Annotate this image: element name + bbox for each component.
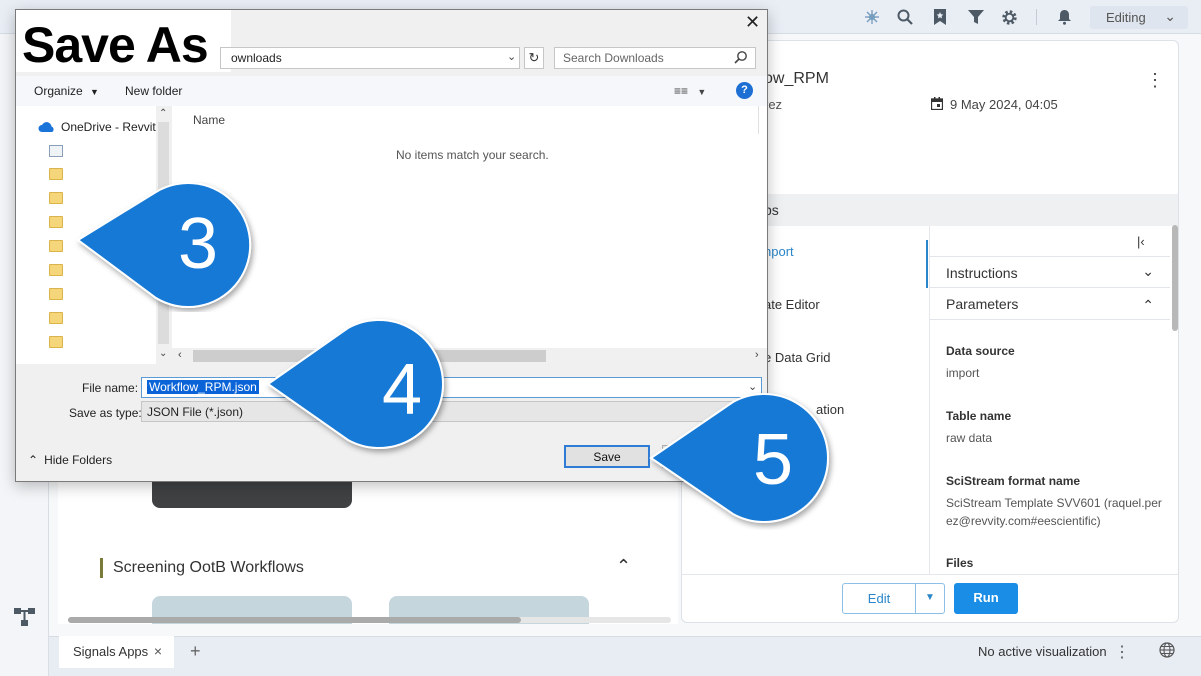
param-label: Table name bbox=[946, 409, 1012, 423]
onedrive-cloud-icon bbox=[38, 121, 56, 136]
chevron-down-icon: ⌄ bbox=[1142, 263, 1154, 279]
chevron-up-icon: ⌃ bbox=[28, 453, 39, 467]
search-placeholder: Search Downloads bbox=[563, 51, 664, 65]
file-name-label: File name: bbox=[82, 381, 139, 395]
network-drive-icon[interactable] bbox=[49, 145, 63, 157]
globe-icon[interactable] bbox=[1159, 642, 1175, 661]
gear-icon[interactable] bbox=[999, 7, 1019, 27]
step-item[interactable]: e Data Grid bbox=[764, 350, 830, 365]
folder-icon[interactable] bbox=[49, 336, 63, 348]
scroll-left-icon[interactable]: ‹ bbox=[178, 349, 182, 361]
param-label: Files bbox=[946, 556, 974, 570]
scroll-down-icon[interactable]: ⌄ bbox=[159, 348, 167, 359]
add-tab-icon[interactable]: + bbox=[190, 641, 201, 662]
accordion-instructions[interactable]: Instructions ⌄ bbox=[930, 256, 1170, 288]
tab-label: Signals Apps bbox=[73, 644, 149, 659]
callout-number: 3 bbox=[178, 204, 218, 284]
mode-select[interactable]: Editing ⌄ bbox=[1090, 6, 1188, 29]
column-header-name[interactable]: Name bbox=[193, 113, 225, 127]
address-path: ownloads bbox=[231, 51, 282, 65]
parameters-scrollbar[interactable] bbox=[1172, 225, 1178, 331]
accordion-label: Instructions bbox=[946, 265, 1018, 281]
chevron-down-icon[interactable]: ⌄ bbox=[507, 50, 516, 63]
save-type-value: JSON File (*.json) bbox=[147, 405, 244, 419]
workflow-tree-icon[interactable] bbox=[14, 607, 36, 630]
search-icon[interactable] bbox=[734, 50, 748, 67]
save-type-label: Save as type: bbox=[69, 406, 142, 420]
callout-marker-4: 4 bbox=[266, 319, 444, 449]
column-divider bbox=[758, 106, 759, 134]
file-name-value: Workflow_RPM.json bbox=[147, 380, 259, 394]
refresh-icon[interactable]: ↻ bbox=[524, 47, 544, 69]
close-icon[interactable]: × bbox=[154, 643, 162, 659]
panel-footer-divider bbox=[682, 574, 1178, 575]
step-item[interactable]: nport bbox=[764, 244, 794, 259]
hide-folders-button[interactable]: ⌃ Hide Folders bbox=[28, 453, 112, 467]
collapse-panel-icon[interactable]: |‹ bbox=[1137, 234, 1145, 249]
folder-icon[interactable] bbox=[49, 216, 63, 228]
empty-message: No items match your search. bbox=[396, 148, 549, 162]
workflow-date: 9 May 2024, 04:05 bbox=[950, 97, 1058, 112]
workflow-title: ow_RPM bbox=[764, 70, 829, 87]
close-icon[interactable]: ✕ bbox=[745, 12, 760, 33]
folder-icon[interactable] bbox=[49, 288, 63, 300]
more-options-icon[interactable]: ⋮ bbox=[1146, 70, 1164, 91]
new-folder-button[interactable]: New folder bbox=[125, 84, 182, 98]
step-item[interactable]: ate Editor bbox=[764, 297, 820, 312]
search-input[interactable]: Search Downloads bbox=[554, 47, 756, 69]
accordion-parameters[interactable]: Parameters ⌃ bbox=[930, 288, 1170, 320]
chevron-down-icon: ⌄ bbox=[1164, 8, 1176, 24]
dialog-title: Save As bbox=[22, 17, 209, 73]
caret-down-icon: ▼ bbox=[90, 87, 99, 97]
param-label: Data source bbox=[946, 344, 1015, 358]
chevron-up-icon: ⌃ bbox=[1142, 297, 1154, 313]
scroll-up-icon[interactable]: ⌃ bbox=[159, 108, 167, 119]
folder-icon[interactable] bbox=[49, 264, 63, 276]
folder-icon[interactable] bbox=[49, 192, 63, 204]
calendar-icon bbox=[930, 97, 944, 113]
callout-marker-3: 3 bbox=[76, 182, 252, 308]
run-button[interactable]: Run bbox=[954, 583, 1018, 614]
app-logo-icon[interactable] bbox=[862, 7, 882, 27]
section-title: Screening OotB Workflows bbox=[113, 559, 304, 576]
hide-folders-label: Hide Folders bbox=[44, 453, 113, 467]
section-accent-bar bbox=[100, 558, 103, 578]
folder-icon[interactable] bbox=[49, 312, 63, 324]
param-value: import bbox=[946, 366, 980, 380]
save-button[interactable]: Save bbox=[564, 445, 650, 468]
mode-select-value: Editing bbox=[1106, 10, 1146, 25]
organize-button[interactable]: Organize ▼ bbox=[34, 84, 99, 98]
search-icon[interactable] bbox=[895, 7, 915, 27]
topbar-divider bbox=[1036, 9, 1037, 25]
view-options-icon[interactable]: ≡≡ ▼ bbox=[674, 84, 706, 98]
active-step-indicator bbox=[926, 240, 928, 288]
param-value: raw data bbox=[946, 431, 993, 445]
param-value: SciStream Template SVV601 (raquel.per ez… bbox=[946, 496, 1162, 528]
edit-dropdown-caret-icon[interactable]: ▼ bbox=[915, 583, 945, 614]
callout-marker-5: 5 bbox=[649, 393, 829, 523]
folder-icon[interactable] bbox=[49, 168, 63, 180]
scroll-right-icon[interactable]: › bbox=[755, 349, 759, 361]
folder-icon[interactable] bbox=[49, 240, 63, 252]
tab-signals-apps[interactable]: Signals Apps × bbox=[59, 636, 174, 668]
horizontal-scroll-thumb[interactable] bbox=[68, 617, 521, 623]
callout-number: 4 bbox=[382, 350, 422, 430]
chevron-up-icon[interactable]: ⌃ bbox=[616, 556, 631, 577]
accordion-label: Parameters bbox=[946, 296, 1019, 312]
edit-button[interactable]: Edit bbox=[842, 583, 916, 614]
bookmark-star-icon[interactable] bbox=[930, 7, 950, 27]
more-options-icon[interactable]: ⋮ bbox=[1114, 642, 1130, 662]
callout-number: 5 bbox=[753, 420, 793, 500]
filter-icon[interactable] bbox=[966, 7, 986, 27]
address-bar[interactable]: ownloads bbox=[220, 47, 520, 69]
notifications-bell-icon[interactable] bbox=[1054, 7, 1074, 27]
nav-item-onedrive[interactable]: OneDrive - Revvity bbox=[61, 120, 156, 134]
param-label: SciStream format name bbox=[946, 474, 1081, 488]
organize-label: Organize bbox=[34, 84, 83, 98]
help-icon[interactable]: ? bbox=[736, 82, 753, 99]
visualization-status: No active visualization bbox=[978, 644, 1107, 659]
